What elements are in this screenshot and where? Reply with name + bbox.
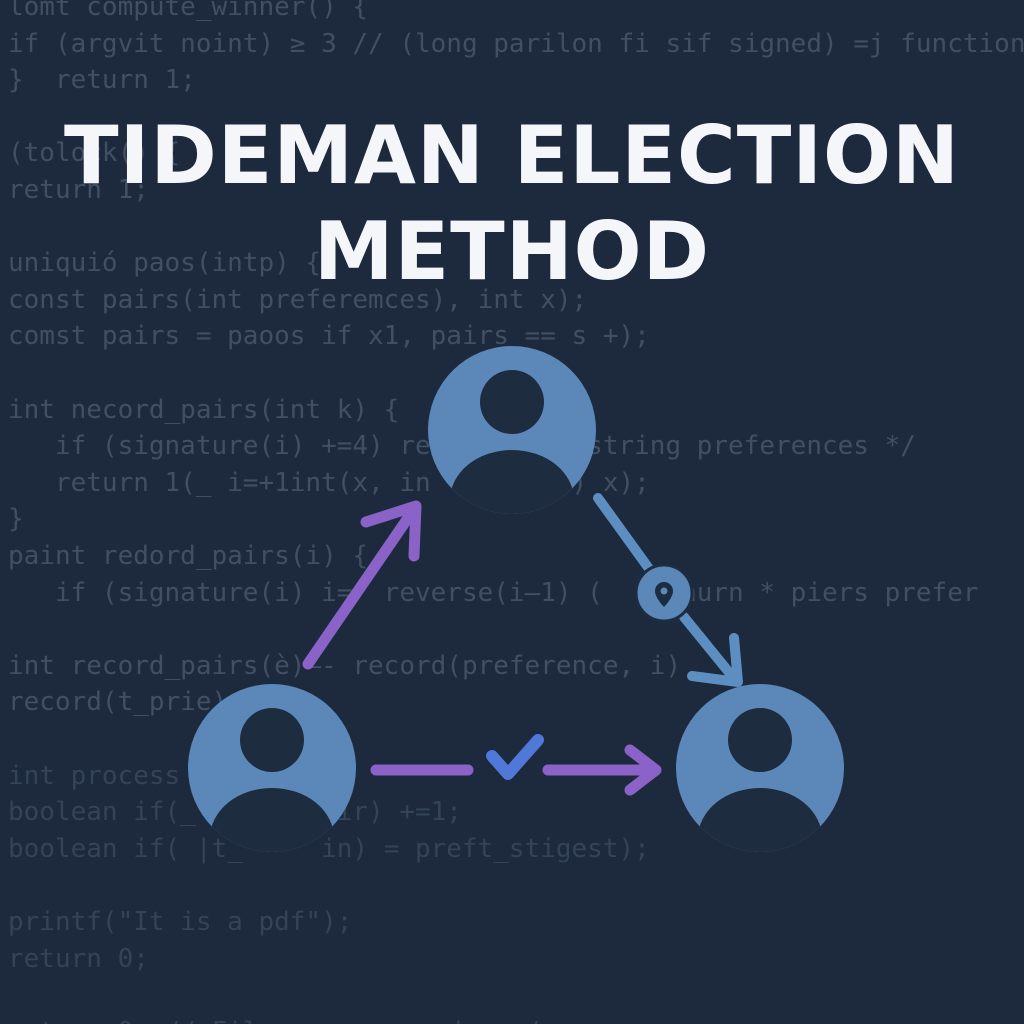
checkmark-icon	[486, 734, 544, 780]
arrow-left-to-top	[302, 500, 422, 670]
user-avatar-icon	[188, 684, 356, 852]
illustration: lomt compute_winner() {if (argvit noint)…	[0, 0, 1024, 1024]
user-avatar-icon	[428, 346, 596, 514]
user-avatar-icon	[676, 684, 844, 852]
title-line-2: METHOD	[313, 205, 711, 298]
page-title: TIDEMAN ELECTION METHOD	[0, 108, 1024, 300]
title-line-1: TIDEMAN ELECTION	[64, 109, 960, 202]
location-pin-icon	[634, 563, 694, 623]
